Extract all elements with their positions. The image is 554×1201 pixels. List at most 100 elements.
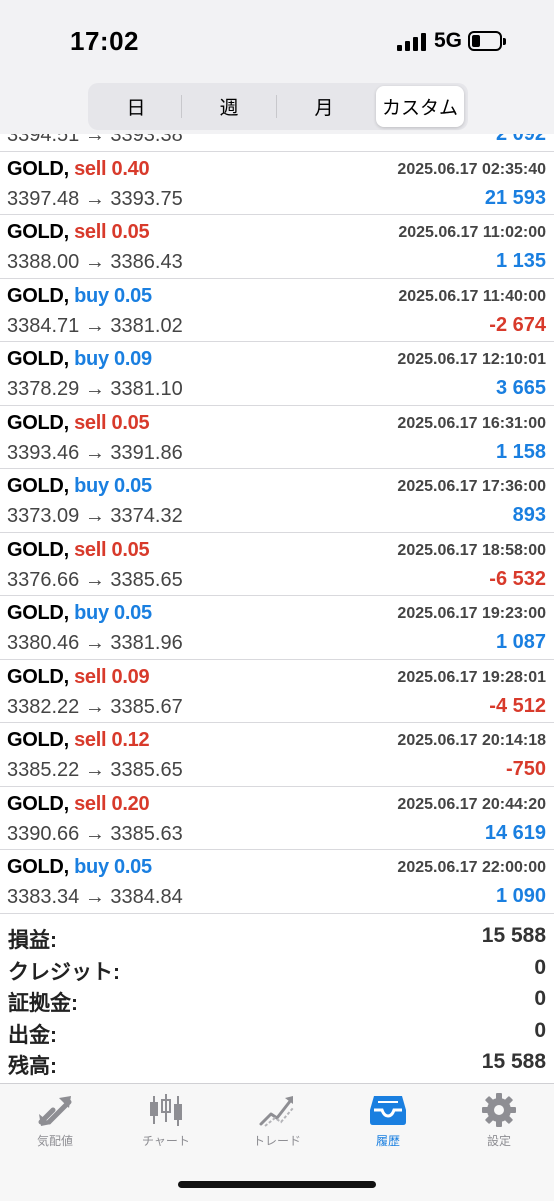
- deal-symbol: GOLD, buy 0.09: [7, 348, 152, 371]
- deals-list[interactable]: 3394.51 → 3393.38 2 092 GOLD, sell 0.40 3…: [0, 134, 554, 914]
- deal-prices: 3388.00 → 3386.43: [7, 251, 183, 273]
- deal-prices: 3384.71 → 3381.02: [7, 314, 183, 337]
- deal-row[interactable]: GOLD, buy 0.05 3383.34 → 3384.84 2025.06.1…: [0, 850, 554, 914]
- deal-profit: 14 619: [484, 821, 546, 844]
- deal-row[interactable]: GOLD, buy 0.09 3378.29 → 3381.10 2025.06.1…: [0, 342, 554, 406]
- deal-symbol: GOLD, buy 0.05: [7, 856, 152, 879]
- tab-settings[interactable]: 設定: [444, 1092, 554, 1152]
- deal-time: 2025.06.17 22:00:00: [397, 859, 546, 876]
- deal-profit: 1 087: [495, 631, 546, 653]
- period-tab-month[interactable]: 月: [278, 86, 370, 127]
- deal-time: 2025.06.17 11:40:00: [398, 287, 546, 305]
- deal-time: 2025.06.17 12:10:01: [397, 351, 546, 368]
- summary-label: 証拠金:: [8, 992, 78, 1015]
- quotes-arrows-icon: [38, 1096, 72, 1126]
- deal-symbol-name: GOLD,: [7, 221, 69, 243]
- cellular-signal-icon: [397, 33, 427, 51]
- deal-prices: 3383.34 → 3384.84: [7, 886, 183, 908]
- deal-time: 2025.06.17 18:58:00: [397, 541, 546, 559]
- deal-type: sell: [74, 411, 107, 434]
- deal-profit: 21 593: [484, 186, 546, 209]
- deal-profit: 1 135: [495, 250, 546, 272]
- deal-volume: 0.09: [111, 665, 150, 688]
- period-selector-bar: 日 週 月 カスタム: [0, 82, 554, 134]
- deal-volume: 0.12: [111, 729, 150, 751]
- deal-symbol: GOLD, sell 0.12: [7, 729, 150, 752]
- deal-time: 2025.06.17 11:02:00: [398, 224, 546, 241]
- deal-symbol-name: GOLD,: [7, 475, 69, 497]
- deal-prices: 3376.66 → 3385.65: [7, 568, 183, 591]
- summary-label: クレジット:: [8, 960, 120, 984]
- deal-type: buy: [74, 475, 109, 497]
- summary-row: 損益: 15 588: [0, 924, 554, 956]
- deal-volume: 0.40: [111, 157, 150, 180]
- deal-type: sell: [74, 792, 107, 815]
- deal-row-partial[interactable]: 3394.51 → 3393.38 2 092: [0, 134, 554, 152]
- deal-symbol-name: GOLD,: [7, 157, 69, 180]
- deal-row[interactable]: GOLD, sell 0.09 3382.22 → 3385.67 2025.06.…: [0, 660, 554, 723]
- deal-row[interactable]: GOLD, sell 0.05 3393.46 → 3391.86 2025.06.…: [0, 406, 554, 469]
- deal-symbol: GOLD, sell 0.20: [7, 792, 150, 816]
- deal-volume: 0.05: [111, 538, 150, 561]
- network-label: 5G: [434, 29, 463, 52]
- deal-row[interactable]: GOLD, buy 0.05 3373.09 → 3374.32 2025.06.1…: [0, 469, 554, 533]
- deal-symbol: GOLD, buy 0.05: [7, 285, 152, 308]
- deal-time: 2025.06.17 19:23:00: [397, 605, 546, 622]
- deal-row[interactable]: GOLD, sell 0.20 3390.66 → 3385.63 2025.06.…: [0, 787, 554, 850]
- deal-prices: 3378.29 → 3381.10: [7, 378, 183, 400]
- tab-history[interactable]: 履歴: [333, 1092, 443, 1152]
- deal-type: sell: [74, 538, 107, 561]
- deal-type: sell: [74, 729, 107, 751]
- summary-row: 出金: 0: [0, 1019, 554, 1051]
- deal-prices: 3385.22 → 3385.65: [7, 759, 183, 781]
- deal-type: buy: [74, 348, 109, 370]
- deal-profit: 893: [512, 504, 546, 526]
- deal-profit: 1 090: [495, 885, 546, 907]
- deal-profit: 2 092: [495, 134, 546, 145]
- deal-prices: 3390.66 → 3385.63: [7, 822, 183, 845]
- deal-symbol: GOLD, sell 0.05: [7, 221, 150, 244]
- deal-row[interactable]: GOLD, sell 0.12 3385.22 → 3385.65 2025.06.…: [0, 723, 554, 787]
- trade-trend-icon: [259, 1096, 294, 1127]
- deal-row[interactable]: GOLD, sell 0.05 3376.66 → 3385.65 2025.06.…: [0, 533, 554, 596]
- deal-symbol: GOLD, sell 0.09: [7, 665, 150, 689]
- history-tray-icon: [370, 1096, 406, 1125]
- deal-row[interactable]: GOLD, buy 0.05 3384.71 → 3381.02 2025.06.1…: [0, 279, 554, 342]
- status-bar: 17:02 5G: [0, 0, 554, 82]
- deal-profit: 3 665: [495, 377, 546, 399]
- period-tab-day[interactable]: 日: [92, 86, 180, 127]
- deal-volume: 0.09: [114, 348, 152, 370]
- deal-row[interactable]: GOLD, sell 0.05 3388.00 → 3386.43 2025.06.…: [0, 215, 554, 279]
- summary-value: 0: [534, 1018, 546, 1042]
- tab-trade[interactable]: トレード: [222, 1092, 332, 1152]
- deal-profit: -2 674: [489, 313, 546, 336]
- deal-profit: -4 512: [489, 694, 546, 717]
- tab-chart[interactable]: チャート: [111, 1092, 221, 1152]
- deal-symbol: GOLD, sell 0.05: [7, 411, 150, 435]
- deal-symbol-name: GOLD,: [7, 602, 69, 624]
- deal-symbol: GOLD, buy 0.05: [7, 602, 152, 625]
- deal-prices: 3382.22 → 3385.67: [7, 695, 183, 718]
- period-tab-week[interactable]: 週: [184, 86, 274, 127]
- deal-time: 2025.06.17 16:31:00: [397, 414, 546, 432]
- deal-symbol-name: GOLD,: [7, 284, 69, 307]
- deal-volume: 0.05: [114, 602, 152, 624]
- tab-label: チャート: [142, 1134, 190, 1148]
- deal-symbol-name: GOLD,: [7, 411, 69, 434]
- summary-row: 残高: 15 588: [0, 1050, 554, 1082]
- tab-quotes[interactable]: 気配値: [0, 1092, 110, 1152]
- deal-type: sell: [74, 221, 107, 243]
- deal-profit: -750: [505, 758, 546, 780]
- deal-row[interactable]: GOLD, buy 0.05 3380.46 → 3381.96 2025.06.1…: [0, 596, 554, 660]
- deal-row[interactable]: GOLD, sell 0.40 3397.48 → 3393.75 2025.06.…: [0, 152, 554, 215]
- deal-symbol-name: GOLD,: [7, 348, 69, 370]
- deal-type: buy: [74, 856, 109, 878]
- deal-symbol-name: GOLD,: [7, 729, 69, 751]
- tab-label: 設定: [486, 1134, 511, 1148]
- summary-value: 0: [534, 955, 546, 979]
- deal-volume: 0.05: [114, 475, 152, 497]
- summary-label: 損益:: [8, 929, 57, 952]
- deal-volume: 0.05: [111, 221, 150, 243]
- deal-type: sell: [74, 665, 107, 688]
- period-tab-custom[interactable]: カスタム: [376, 86, 464, 127]
